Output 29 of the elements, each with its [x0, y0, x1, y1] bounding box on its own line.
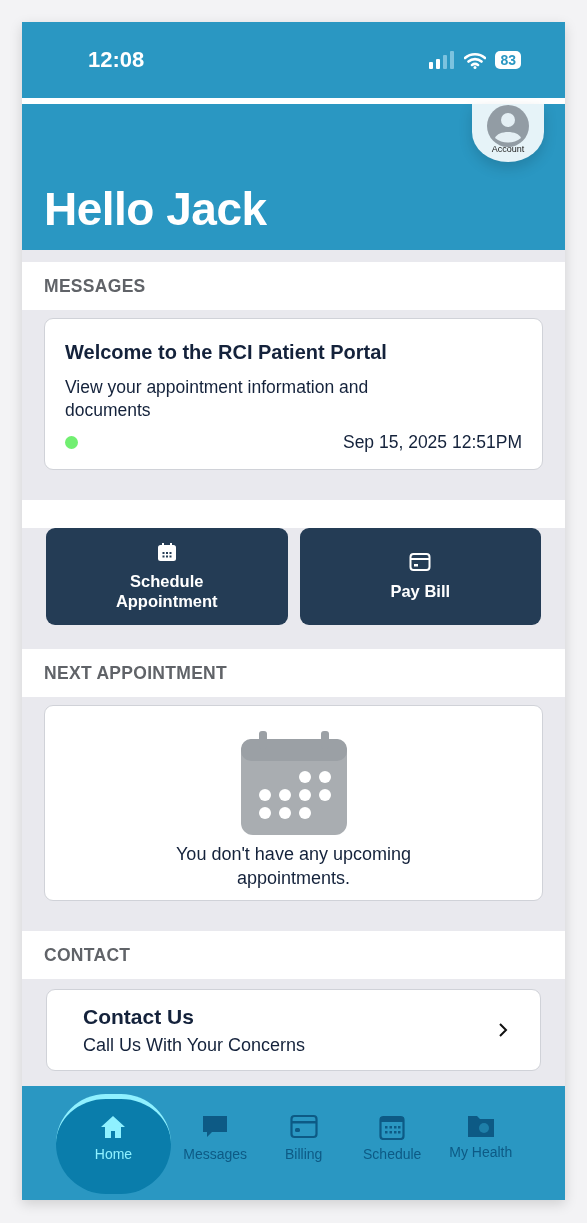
- calendar-icon: [379, 1114, 406, 1140]
- contact-subtitle: Call Us With Your Concerns: [83, 1034, 306, 1056]
- action-button[interactable]: Pay Bill: [299, 528, 541, 625]
- home-icon: [100, 1114, 127, 1140]
- greeting-title: Hello Jack: [44, 182, 267, 236]
- calendar-icon: [240, 731, 347, 836]
- message-title: Welcome to the RCI Patient Portal: [65, 341, 388, 364]
- battery-level: 83: [495, 51, 521, 69]
- signal-icon: [429, 51, 456, 69]
- message-date: Sep 15, 2025 12:51PM: [342, 431, 522, 453]
- folder-icon: [466, 1114, 495, 1138]
- tab[interactable]: Home: [56, 1094, 171, 1194]
- action-button[interactable]: Schedule Appointment: [46, 528, 288, 625]
- contact-title: Contact Us: [83, 1004, 195, 1029]
- clock-time: 12:08: [88, 47, 145, 73]
- wifi-icon: [464, 51, 487, 69]
- calendar-icon: [156, 541, 177, 562]
- section-heading: MESSAGES: [44, 275, 146, 297]
- empty-state-text: You don't have any upcoming appointments.: [175, 843, 412, 890]
- contact-card[interactable]: Contact Us Call Us With Your Concerns: [46, 989, 541, 1071]
- chevron-right-icon: [498, 1022, 508, 1038]
- credit-card-icon: [409, 551, 432, 572]
- section-heading: NEXT APPOINTMENT: [44, 662, 228, 684]
- message-card[interactable]: Welcome to the RCI Patient Portal View your appointment information and documents Sep 15, 2025 12:51PM: [44, 318, 543, 470]
- account-button[interactable]: Account: [472, 104, 544, 162]
- chat-bubble-icon: [202, 1114, 229, 1140]
- section-heading: CONTACT: [44, 944, 131, 966]
- message-text: View your appointment information and documents: [65, 376, 370, 422]
- credit-card-icon: [289, 1114, 318, 1140]
